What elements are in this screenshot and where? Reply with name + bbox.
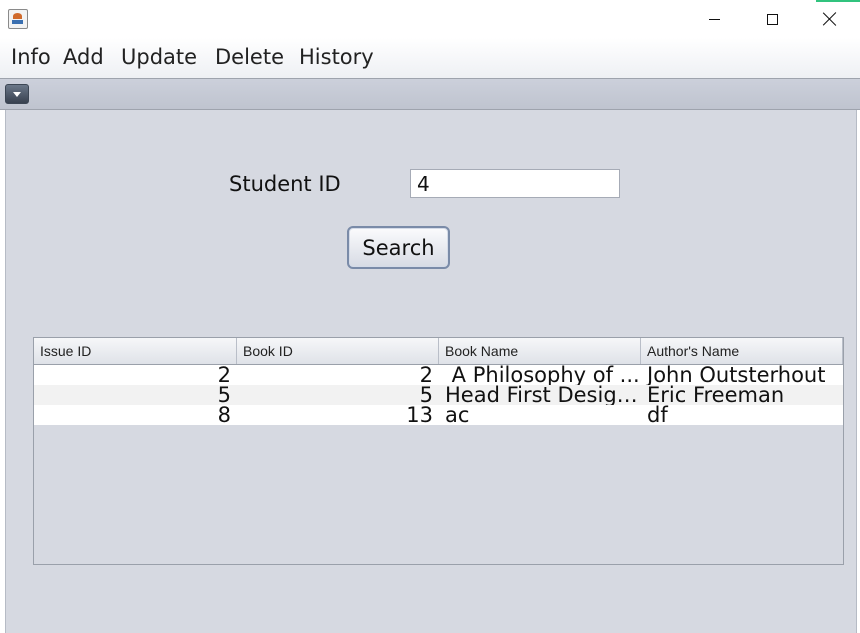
frame-menu-button[interactable] <box>5 84 29 104</box>
student-id-input[interactable] <box>410 169 620 198</box>
minimize-icon <box>708 18 720 20</box>
maximize-button[interactable] <box>743 0 801 38</box>
minimize-button[interactable] <box>685 0 743 38</box>
maximize-icon <box>766 13 778 25</box>
table-row[interactable]: 5 5 Head First Design... Eric Freeman <box>34 385 843 405</box>
menu-history[interactable]: History <box>299 44 374 70</box>
close-icon <box>823 12 837 26</box>
menu-update[interactable]: Update <box>121 44 197 70</box>
cell-book-id: 5 <box>419 385 433 405</box>
cell-book-name: A Philosophy of ... <box>445 365 640 385</box>
menu-delete[interactable]: Delete <box>215 44 284 70</box>
cell-author-name: Eric Freeman <box>647 385 785 405</box>
menu-info[interactable]: Info <box>11 44 51 70</box>
table-header: Issue ID Book ID Book Name Author's Name <box>34 338 843 365</box>
issue-history-table[interactable]: Issue ID Book ID Book Name Author's Name… <box>33 337 844 565</box>
table-row[interactable]: 2 2 A Philosophy of ... John Outsterhout <box>34 365 843 385</box>
title-bar <box>0 0 860 38</box>
java-cup-icon <box>8 9 28 29</box>
search-button[interactable]: Search <box>347 226 450 269</box>
cell-issue-id: 8 <box>217 405 231 425</box>
column-header-book-name[interactable]: Book Name <box>439 338 641 364</box>
cell-author-name: df <box>647 405 668 425</box>
cell-issue-id: 5 <box>217 385 231 405</box>
column-header-issue-id[interactable]: Issue ID <box>34 338 237 364</box>
cell-book-id: 13 <box>406 405 433 425</box>
cell-author-name: John Outsterhout <box>647 365 826 385</box>
table-body: 2 2 A Philosophy of ... John Outsterhout… <box>34 365 843 425</box>
menu-add[interactable]: Add <box>63 44 104 70</box>
cell-issue-id: 2 <box>217 365 231 385</box>
menu-bar: Info Add Update Delete History <box>0 38 860 79</box>
student-id-label: Student ID <box>229 172 341 196</box>
cell-book-name: ac <box>445 405 470 425</box>
table-row[interactable]: 8 13 ac df <box>34 405 843 425</box>
cell-book-name: Head First Design... <box>445 385 641 405</box>
column-header-book-id[interactable]: Book ID <box>237 338 439 364</box>
cell-book-id: 2 <box>419 365 433 385</box>
internal-frame-title-bar <box>0 79 860 110</box>
close-button[interactable] <box>801 0 859 38</box>
column-header-author-name[interactable]: Author's Name <box>641 338 843 364</box>
